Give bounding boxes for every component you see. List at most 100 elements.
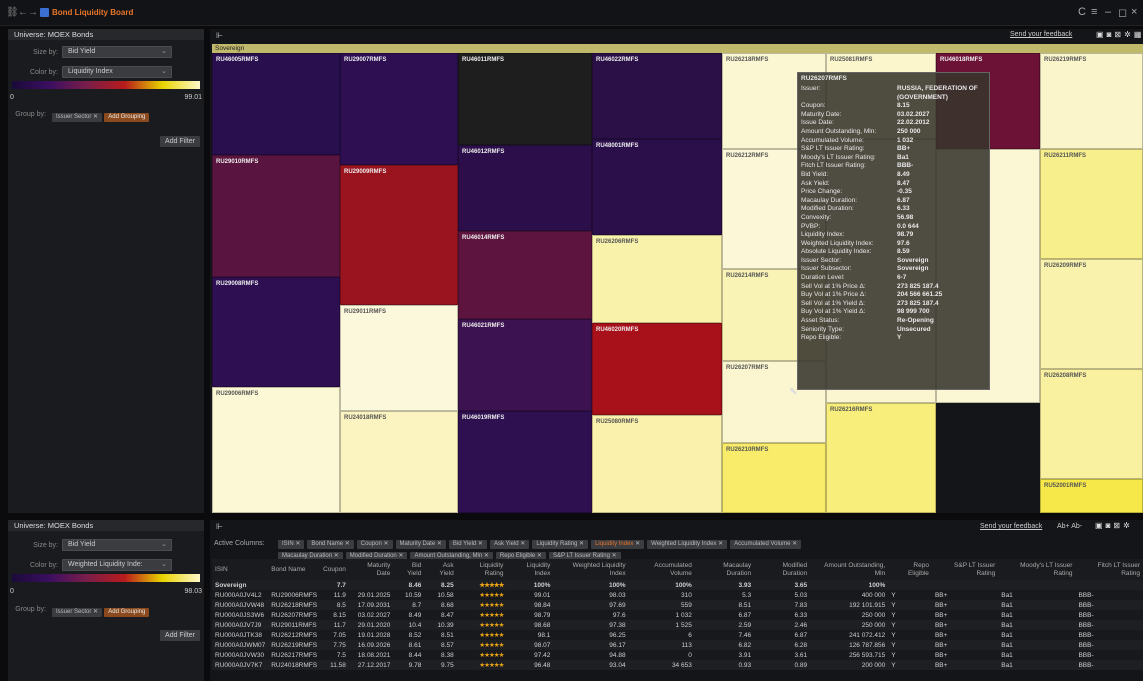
table-row[interactable]: RU000A0JV7J9 RU29011RMFS 11.7 29.01.2020 10.… <box>212 620 1143 630</box>
column-header[interactable]: Bid Yield <box>393 559 425 580</box>
treemap-tile[interactable]: RU24018RMFS <box>340 411 458 513</box>
table-row[interactable]: RU000A0JV7K7 RU24018RMFS 11.58 27.12.2017 9.… <box>212 660 1143 670</box>
column-header[interactable]: Liquidity Rating <box>456 559 507 580</box>
treemap-tile[interactable]: RU25080RMFS <box>592 415 722 513</box>
column-header[interactable]: Ask Yield <box>424 559 457 580</box>
color-by-select[interactable]: Liquidity Index ⌄ <box>62 66 172 78</box>
remove-icon[interactable]: ✕ <box>577 541 584 547</box>
column-header[interactable]: S&P LT Issuer Rating <box>931 559 999 580</box>
color-by-select[interactable]: Weighted Liquidity Inde: ⌄ <box>62 559 172 571</box>
excel-icon[interactable]: ⊠ <box>1113 521 1123 530</box>
help-icon[interactable]: ▣ <box>1095 521 1106 530</box>
table-row[interactable]: RU000A0JVW48 RU26218RMFS 8.5 17.09.2031 8.7 8… <box>212 600 1143 610</box>
table-row[interactable]: RU000A0JVW30 RU26217RMFS 7.5 18.08.2021 8.44… <box>212 650 1143 660</box>
remove-icon[interactable]: ✕ <box>294 541 300 547</box>
remove-icon[interactable]: ✕ <box>343 541 350 547</box>
active-column-chip[interactable]: Weighted Liquidity Index ✕ <box>647 540 728 549</box>
remove-icon[interactable]: ✕ <box>633 541 640 547</box>
size-by-select[interactable]: Bid Yield ⌄ <box>62 46 172 58</box>
table-row[interactable]: RU000A0JS3W6 RU26207RMFS 8.15 03.02.2027 8.4… <box>212 610 1143 620</box>
treemap-tile[interactable]: RU52001RMFS <box>1040 479 1143 513</box>
treemap-tile[interactable]: RU26209RMFS <box>1040 259 1143 369</box>
remove-icon[interactable]: ✕ <box>790 541 797 547</box>
group-chip-issuer-sector[interactable]: Issuer Sector ✕ <box>52 113 103 122</box>
remove-icon[interactable]: ✕ <box>93 114 98 120</box>
active-column-chip[interactable]: Maturity Date ✕ <box>395 540 446 549</box>
add-grouping-button[interactable]: Add Grouping <box>104 608 150 617</box>
size-by-select[interactable]: Bid Yield ⌄ <box>62 539 172 551</box>
restore-icon[interactable]: ◻ <box>1118 6 1127 19</box>
feedback-link[interactable]: Send your feedback <box>1010 31 1072 38</box>
remove-icon[interactable]: ✕ <box>476 541 483 547</box>
excel-icon[interactable]: ⊠ <box>1114 30 1124 39</box>
column-header[interactable]: Modified Duration <box>754 559 811 580</box>
treemap-tile[interactable]: RU26208RMFS <box>1040 369 1143 479</box>
treemap-tile[interactable]: RU46022RMFS <box>592 53 722 139</box>
back-icon[interactable]: ← <box>18 7 28 18</box>
active-column-chip[interactable]: Liquidity Rating ✕ <box>532 540 589 549</box>
column-header[interactable]: ISIN <box>212 559 269 580</box>
treemap-tile[interactable]: RU29008RMFS <box>212 277 340 387</box>
treemap-tile[interactable]: RU46014RMFS <box>458 231 592 319</box>
link-icon[interactable]: ⛓ <box>6 7 19 18</box>
settings-icon[interactable]: ✲ <box>1123 521 1133 530</box>
add-grouping-button[interactable]: Add Grouping <box>104 113 150 122</box>
remove-icon[interactable]: ✕ <box>435 541 442 547</box>
active-column-chip[interactable]: Ask Yield ✕ <box>489 540 530 549</box>
treemap-tile[interactable]: RU46020RMFS <box>592 323 722 415</box>
refresh-icon[interactable]: C <box>1078 6 1086 18</box>
menu-icon[interactable]: ≡ <box>1091 6 1097 18</box>
treemap-tile[interactable]: RU48001RMFS <box>592 139 722 235</box>
font-size-controls[interactable]: Ab+ Ab- <box>1057 523 1082 530</box>
treemap-tile[interactable]: RU26211RMFS <box>1040 149 1143 259</box>
remove-icon[interactable]: ✕ <box>382 541 388 547</box>
treemap-tile[interactable]: RU26219RMFS <box>1040 53 1143 149</box>
table-row[interactable]: Sovereign 7.7 8.46 8.25 ★★★★★ 100% 100% 100% 3.9… <box>212 580 1143 590</box>
column-header[interactable]: Coupon <box>320 559 349 580</box>
column-header[interactable]: Bond Name <box>268 559 321 580</box>
treemap-tile[interactable]: RU29007RMFS <box>340 53 458 165</box>
add-filter-button[interactable]: Add Filter <box>160 630 200 641</box>
toolbar-expand-icon[interactable]: ⊩ <box>216 522 223 531</box>
treemap-tile[interactable]: RU29011RMFS <box>340 305 458 411</box>
active-column-chip[interactable]: Bid Yield ✕ <box>448 540 487 549</box>
treemap-tile[interactable]: RU46019RMFS <box>458 411 592 513</box>
column-header[interactable]: Moody's LT Issuer Rating <box>998 559 1076 580</box>
treemap-tile[interactable]: RU26210RMFS <box>722 443 826 513</box>
treemap-tile[interactable]: RU46012RMFS <box>458 145 592 231</box>
treemap-tile[interactable]: RU29010RMFS <box>212 155 340 277</box>
column-header[interactable]: Accumulated Volume <box>628 559 695 580</box>
close-icon[interactable]: × <box>1131 6 1137 18</box>
remove-icon[interactable]: ✕ <box>519 541 525 547</box>
toolbar-expand-icon[interactable]: ⊩ <box>216 31 223 40</box>
active-column-chip[interactable]: ISIN ✕ <box>278 540 305 549</box>
settings-icon[interactable]: ✲ <box>1124 30 1134 39</box>
grid-icon[interactable]: ▦ <box>1134 30 1143 39</box>
treemap-tile[interactable]: RU26216RMFS <box>826 403 936 513</box>
remove-icon[interactable]: ✕ <box>93 609 98 615</box>
treemap-tile[interactable]: RU29006RMFS <box>212 387 340 513</box>
treemap-tile[interactable]: RU29009RMFS <box>340 165 458 305</box>
treemap-tile[interactable]: RU26206RMFS <box>592 235 722 323</box>
active-column-chip[interactable]: Coupon ✕ <box>356 540 393 549</box>
column-header[interactable]: Amount Outstanding, Mln <box>810 559 889 580</box>
treemap-tile[interactable]: RU46021RMFS <box>458 319 592 411</box>
active-column-chip[interactable]: Accumulated Volume ✕ <box>730 540 802 549</box>
group-chip-issuer-sector[interactable]: Issuer Sector ✕ <box>52 608 103 617</box>
table-row[interactable]: RU000A0JV4L2 RU29006RMFS 11.9 29.01.2025 10.… <box>212 590 1143 600</box>
table-row[interactable]: RU000A0JWM07 RU26219RMFS 7.75 16.09.2026 8.6… <box>212 640 1143 650</box>
column-header[interactable]: Liquidity Index <box>506 559 554 580</box>
table-row[interactable]: RU000A0JTK38 RU26212RMFS 7.05 19.01.2028 8.5… <box>212 630 1143 640</box>
active-column-chip[interactable]: Bond Name ✕ <box>307 540 354 549</box>
forward-icon[interactable]: → <box>28 7 38 18</box>
add-filter-button[interactable]: Add Filter <box>160 136 200 147</box>
active-column-chip[interactable]: Liquidity Index ✕ <box>591 540 645 549</box>
help-icon[interactable]: ▣ <box>1096 30 1107 39</box>
remove-icon[interactable]: ✕ <box>716 541 723 547</box>
minimize-icon[interactable]: – <box>1105 6 1111 18</box>
feedback-link[interactable]: Send your feedback <box>980 523 1042 530</box>
column-header[interactable]: Repo Eligible <box>888 559 932 580</box>
column-header[interactable]: Macaulay Duration <box>694 559 755 580</box>
column-header[interactable]: Maturity Date <box>348 559 394 580</box>
treemap-tile[interactable]: RU46005RMFS <box>212 53 340 155</box>
